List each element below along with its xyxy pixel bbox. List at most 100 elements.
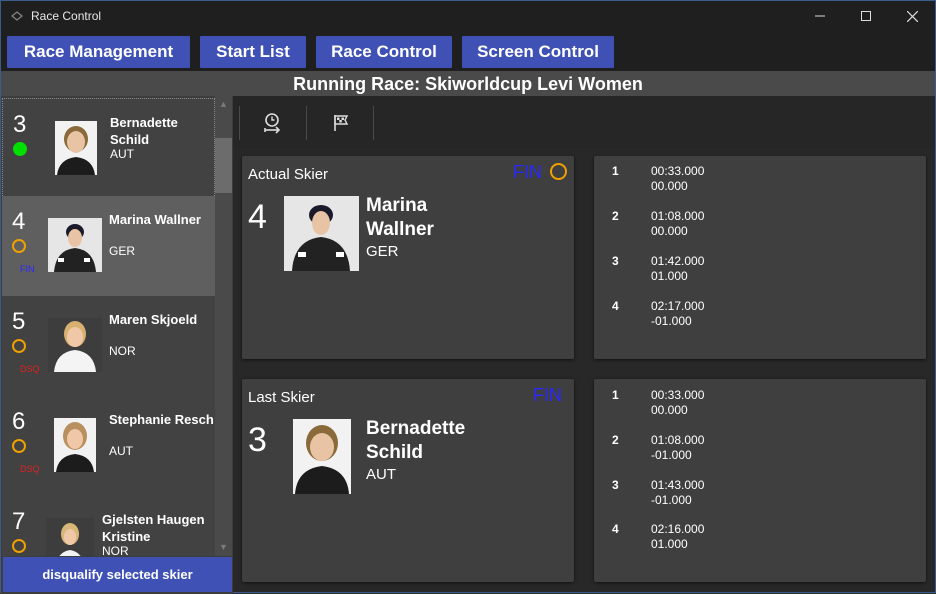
split-index: 2 <box>612 209 619 223</box>
split-time: 02:17.000 <box>651 299 705 313</box>
last-splits-card: 1 00:33.000 00.000 2 01:08.000 -01.000 3 0… <box>594 379 926 582</box>
actual-skier-bib: 4 <box>248 198 267 236</box>
running-status-icon <box>13 142 27 156</box>
close-icon <box>906 10 918 22</box>
skier-list[interactable]: 3 Bernadette Schild AUT 4 FIN Marina Wal… <box>1 96 215 556</box>
split-row: 2 01:08.000 00.000 <box>594 209 926 249</box>
actual-skier-label: Actual Skier <box>248 166 329 183</box>
running-race-title: Running Race: Skiworldcup Levi Women <box>1 71 935 96</box>
split-row: 3 01:42.000 01.000 <box>594 254 926 294</box>
skier-name: Marina Wallner <box>109 212 201 227</box>
split-diff: 00.000 <box>651 179 688 193</box>
fin-status-label: FIN <box>513 162 542 182</box>
skier-nation: GER <box>109 244 136 258</box>
actual-skier-name: Marina Wallner <box>366 195 434 240</box>
stopwatch-button[interactable] <box>261 110 287 136</box>
scroll-thumb[interactable] <box>215 138 232 193</box>
status-ring-icon <box>550 163 567 180</box>
skier-name: Bernadette Schild <box>110 115 178 147</box>
split-diff: 01.000 <box>651 537 688 551</box>
race-control-window: Race Control Race Management Start List … <box>0 0 936 594</box>
split-time: 01:08.000 <box>651 433 705 447</box>
split-index: 3 <box>612 478 619 492</box>
split-diff: -01.000 <box>651 448 692 462</box>
skier-nation: AUT <box>110 147 134 161</box>
skier-bib: 5 <box>12 308 26 335</box>
split-row: 2 01:08.000 -01.000 <box>594 433 926 473</box>
minimize-button[interactable] <box>797 1 843 31</box>
split-time: 01:43.000 <box>651 478 705 492</box>
fin-status-label: FIN <box>533 385 562 405</box>
scroll-down-icon[interactable]: ▼ <box>215 539 232 556</box>
skier-nation: NOR <box>109 344 136 358</box>
skier-photo <box>46 518 94 556</box>
split-index: 3 <box>612 254 619 268</box>
skier-name: Maren Skjoeld <box>109 312 198 327</box>
status-ring-icon <box>12 239 26 253</box>
close-button[interactable] <box>889 1 935 31</box>
split-time: 01:42.000 <box>651 254 705 268</box>
screen-control-button[interactable]: Screen Control <box>462 36 614 68</box>
scroll-up-icon[interactable]: ▲ <box>215 96 232 113</box>
skier-bib: 3 <box>13 111 27 138</box>
toolbar-separator <box>306 106 307 140</box>
split-diff: -01.000 <box>651 493 692 507</box>
finish-flag-icon <box>334 115 349 131</box>
last-skier-nation: AUT <box>366 466 396 483</box>
split-row: 4 02:17.000 -01.000 <box>594 299 926 339</box>
start-list-button[interactable]: Start List <box>200 36 306 68</box>
dsq-badge: DSQ <box>20 464 40 474</box>
split-diff: 00.000 <box>651 403 688 417</box>
skier-nation: AUT <box>109 444 133 458</box>
toolbar-separator <box>373 106 374 140</box>
title-bar: Race Control <box>1 1 935 31</box>
finish-flag-button[interactable] <box>329 110 355 136</box>
race-management-button[interactable]: Race Management <box>7 36 190 68</box>
fin-badge: FIN <box>20 264 35 274</box>
split-diff: 00.000 <box>651 224 688 238</box>
skier-list-item[interactable]: 6 DSQ Stephanie Resch AUT <box>2 396 215 496</box>
skier-name: Stephanie Resch <box>109 412 214 427</box>
actual-splits-card: 1 00:33.000 00.000 2 01:08.000 00.000 3 01… <box>594 156 926 359</box>
toolbar-separator <box>239 106 240 140</box>
skier-list-item[interactable]: 5 DSQ Maren Skjoeld NOR <box>2 296 215 396</box>
split-index: 4 <box>612 299 619 313</box>
minimize-icon <box>815 15 825 17</box>
skier-photo <box>54 418 96 472</box>
disqualify-button[interactable]: disqualify selected skier <box>3 557 232 592</box>
split-row: 4 02:16.000 01.000 <box>594 522 926 562</box>
last-skier-card: Last Skier FIN 3 Bernadette Schild AUT <box>242 379 574 582</box>
split-index: 1 <box>612 388 619 402</box>
split-row: 1 00:33.000 00.000 <box>594 164 926 204</box>
skier-photo <box>55 121 97 175</box>
skier-list-scrollbar[interactable]: ▲ ▼ <box>215 96 232 556</box>
actual-skier-card: Actual Skier FIN 4 Marina Wallner GER <box>242 156 574 359</box>
maximize-button[interactable] <box>843 1 889 31</box>
last-skier-bib: 3 <box>248 421 267 459</box>
split-row: 3 01:43.000 -01.000 <box>594 478 926 518</box>
skier-list-panel: 3 Bernadette Schild AUT 4 FIN Marina Wal… <box>1 96 233 594</box>
skier-nation: NOR <box>102 544 129 556</box>
race-toolbar <box>233 96 935 148</box>
maximize-icon <box>861 11 871 21</box>
skier-photo <box>48 318 102 372</box>
split-time: 02:16.000 <box>651 522 705 536</box>
last-skier-name: Bernadette Schild <box>366 418 466 463</box>
skier-bib: 4 <box>12 208 26 235</box>
menu-bar: Race Management Start List Race Control … <box>1 31 935 71</box>
dsq-badge: DSQ <box>20 364 40 374</box>
split-index: 1 <box>612 164 619 178</box>
skier-list-item[interactable]: 7 Gjelsten Haugen Kristine NOR <box>2 496 215 556</box>
split-time: 00:33.000 <box>651 388 705 402</box>
skier-list-item[interactable]: 4 FIN Marina Wallner GER <box>2 196 215 296</box>
skier-name: Gjelsten Haugen Kristine <box>102 512 205 544</box>
skier-list-item[interactable]: 3 Bernadette Schild AUT <box>2 98 215 198</box>
actual-skier-nation: GER <box>366 243 399 260</box>
status-ring-icon <box>12 439 26 453</box>
split-index: 4 <box>612 522 619 536</box>
split-time: 01:08.000 <box>651 209 705 223</box>
split-index: 2 <box>612 433 619 447</box>
stopwatch-icon <box>264 113 281 134</box>
split-time: 00:33.000 <box>651 164 705 178</box>
race-control-button[interactable]: Race Control <box>316 36 452 68</box>
